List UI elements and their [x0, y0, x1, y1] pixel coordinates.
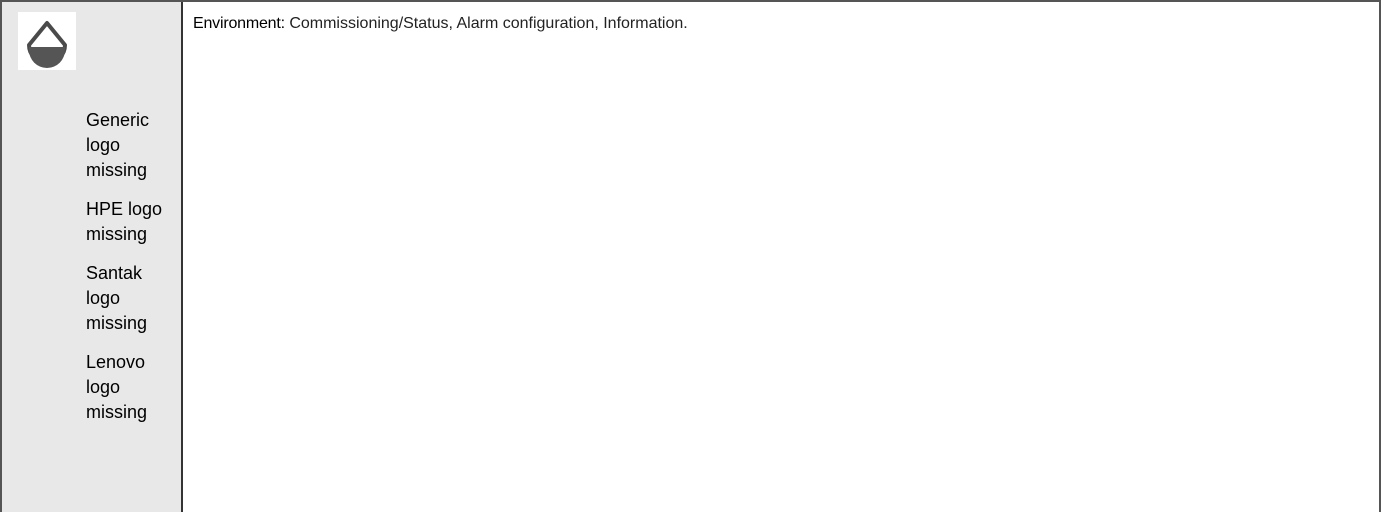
water-drop-level-icon: [27, 21, 67, 68]
lenovo-logo-missing-text: Lenovo logo missing: [86, 352, 148, 422]
generic-logo-missing-text: Generic logo missing: [86, 110, 150, 180]
missing-logo-list: Generic logo missing HPE logo missing Sa…: [86, 108, 178, 439]
logo-container: [18, 12, 76, 70]
hpe-logo-missing-text: HPE logo missing: [86, 199, 163, 244]
environment-line: Environment: Commissioning/Status, Alarm…: [193, 14, 688, 34]
santak-logo-missing-text: Santak logo missing: [86, 263, 148, 333]
environment-text: Commissioning/Status, Alarm configuratio…: [284, 15, 688, 32]
environment-label: Environment:: [193, 15, 285, 32]
main-content: Environment: Commissioning/Status, Alarm…: [183, 2, 1379, 512]
page-frame: Generic logo missing HPE logo missing Sa…: [0, 0, 1381, 512]
sidebar: Generic logo missing HPE logo missing Sa…: [2, 2, 183, 512]
